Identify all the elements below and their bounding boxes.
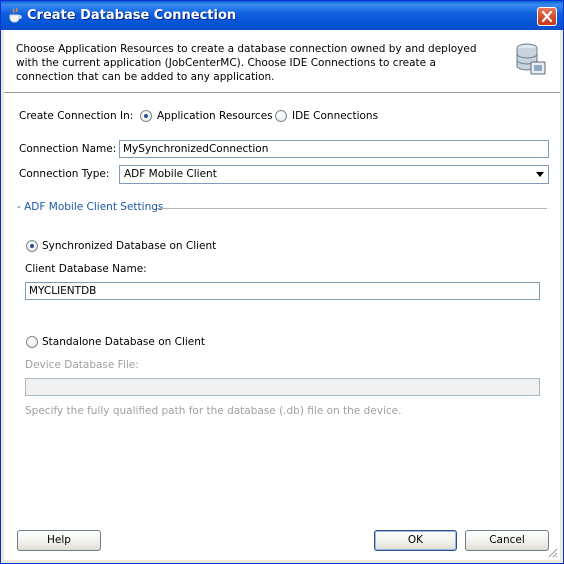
radio-synchronized-db-label[interactable]: Synchronized Database on Client (42, 240, 216, 252)
radio-standalone-db[interactable] (26, 336, 38, 348)
connection-type-label: Connection Type: (19, 168, 110, 180)
dialog-content: Choose Application Resources to create a… (4, 30, 560, 560)
java-cup-icon (9, 7, 22, 23)
database-connection-icon (516, 43, 546, 75)
radio-application-resources[interactable] (140, 110, 152, 122)
settings-section-title: - ADF Mobile Client Settings (17, 201, 164, 213)
client-db-name-label: Client Database Name: (25, 263, 147, 275)
resize-grip-icon[interactable] (546, 546, 558, 558)
window-title: Create Database Connection (27, 8, 237, 23)
device-db-file-input (25, 378, 540, 396)
close-button[interactable] (537, 7, 557, 26)
chevron-down-icon (536, 172, 544, 177)
dialog-header: Choose Application Resources to create a… (4, 30, 560, 93)
dialog-window: Create Database Connection Choose Applic… (0, 0, 564, 564)
dialog-body: Create Connection In: Application Resour… (4, 93, 560, 560)
connection-name-input[interactable]: MySynchronizedConnection (119, 140, 549, 158)
title-bar[interactable]: Create Database Connection (1, 1, 563, 30)
connection-type-select[interactable]: ADF Mobile Client (119, 165, 549, 184)
connection-type-value: ADF Mobile Client (124, 168, 217, 180)
radio-ide-connections-label[interactable]: IDE Connections (292, 110, 378, 122)
help-button[interactable]: Help (17, 530, 101, 551)
connection-name-label: Connection Name: (19, 143, 117, 155)
radio-synchronized-db[interactable] (26, 240, 38, 252)
client-db-name-input[interactable]: MYCLIENTDB (25, 282, 540, 300)
header-description: Choose Application Resources to create a… (16, 43, 477, 83)
create-in-label: Create Connection In: (19, 110, 134, 122)
cancel-button[interactable]: Cancel (465, 530, 549, 551)
ok-button[interactable]: OK (374, 530, 457, 551)
device-db-file-hint: Specify the fully qualified path for the… (25, 405, 402, 417)
radio-application-resources-label[interactable]: Application Resources (157, 110, 273, 122)
section-divider (157, 208, 547, 209)
radio-ide-connections[interactable] (275, 110, 287, 122)
radio-standalone-db-label[interactable]: Standalone Database on Client (42, 336, 205, 348)
close-icon (541, 11, 553, 22)
device-db-file-label: Device Database File: (25, 359, 139, 371)
